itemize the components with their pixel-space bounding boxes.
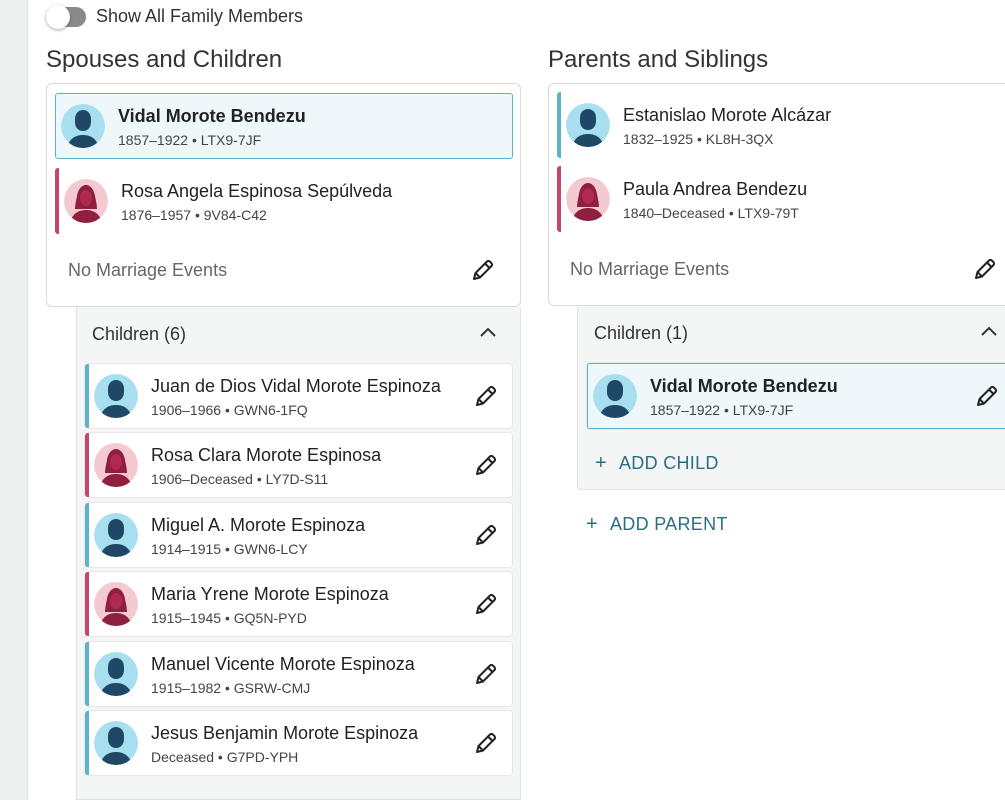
toggle-label: Show All Family Members [96, 6, 304, 26]
male-avatar-icon [593, 374, 637, 418]
male-avatar-icon [566, 103, 610, 147]
person-meta: 1906–1966 • GWN6-1FQ [151, 401, 308, 418]
add-child-button[interactable]: + ADD CHILD [595, 452, 719, 475]
person-meta: 1914–1915 • GWN6-LCY [151, 540, 308, 557]
child-card[interactable]: Jesus Benjamin Morote Espinoza Deceased •… [85, 711, 512, 775]
parent-children-panel: Children (1) Vidal Morote Bendezu 1857–1… [577, 306, 1005, 490]
female-avatar-icon [64, 179, 108, 223]
pencil-icon[interactable] [473, 452, 499, 478]
female-avatar-icon [566, 177, 610, 221]
male-avatar-icon [94, 721, 138, 765]
add-child-label: ADD CHILD [618, 453, 719, 473]
person-name: Miguel A. Morote Espinoza [151, 514, 366, 535]
parent-couple-card: Estanislao Morote Alcázar 1832–1925 • KL… [548, 83, 1005, 306]
parent-person-paula[interactable]: Paula Andrea Bendezu 1840–Deceased • LTX… [557, 166, 1005, 232]
pencil-icon[interactable] [473, 661, 499, 687]
person-name: Vidal Morote Bendezu [118, 105, 306, 126]
person-meta: 1876–1957 • 9V84-C42 [121, 206, 267, 223]
person-meta: 1857–1922 • LTX9-7JF [118, 131, 262, 148]
child-card[interactable]: Rosa Clara Morote Espinosa 1906–Deceased … [85, 433, 512, 497]
child-card[interactable]: Juan de Dios Vidal Morote Espinoza 1906–1… [85, 364, 512, 428]
person-name: Manuel Vicente Morote Espinoza [151, 653, 415, 674]
person-meta: 1915–1982 • GSRW-CMJ [151, 679, 311, 696]
pencil-icon[interactable] [473, 522, 499, 548]
male-avatar-icon [94, 513, 138, 557]
male-avatar-icon [94, 374, 138, 418]
chevron-up-icon[interactable] [979, 324, 999, 338]
family-members-page: Show All Family Members Spouses and Chil… [0, 0, 1005, 800]
children-header: Children (1) [594, 323, 689, 343]
spouse-person-vidal[interactable]: Vidal Morote Bendezu 1857–1922 • LTX9-7J… [55, 93, 513, 159]
person-name: Vidal Morote Bendezu [650, 375, 838, 396]
sibling-card-vidal[interactable]: Vidal Morote Bendezu 1857–1922 • LTX9-7J… [587, 363, 1005, 429]
pencil-icon[interactable] [972, 256, 998, 282]
no-marriage-events-text: No Marriage Events [68, 260, 228, 280]
person-meta: 1840–Deceased • LTX9-79T [623, 204, 799, 221]
pencil-icon[interactable] [470, 257, 496, 283]
show-all-family-toggle-row[interactable]: Show All Family Members [46, 4, 304, 29]
parents-section-title: Parents and Siblings [548, 46, 769, 73]
person-name: Rosa Clara Morote Espinosa [151, 444, 382, 465]
person-name: Maria Yrene Morote Espinoza [151, 583, 389, 604]
pencil-icon[interactable] [473, 591, 499, 617]
pencil-icon[interactable] [974, 383, 1000, 409]
spouse-person-rosa[interactable]: Rosa Angela Espinosa Sepúlveda 1876–1957… [55, 168, 513, 234]
person-meta: Deceased • G7PD-YPH [151, 748, 299, 765]
pencil-icon[interactable] [473, 730, 499, 756]
child-card[interactable]: Miguel A. Morote Espinoza 1914–1915 • GWN… [85, 503, 512, 567]
person-meta: 1906–Deceased • LY7D-S11 [151, 470, 329, 487]
person-name: Jesus Benjamin Morote Espinoza [151, 722, 419, 743]
person-name: Estanislao Morote Alcázar [623, 104, 832, 125]
person-meta: 1915–1945 • GQ5N-PYD [151, 609, 307, 626]
chevron-up-icon[interactable] [478, 325, 498, 339]
child-card[interactable]: Manuel Vicente Morote Espinoza 1915–1982 … [85, 642, 512, 706]
person-name: Juan de Dios Vidal Morote Espinoza [151, 375, 441, 396]
male-avatar-icon [94, 652, 138, 696]
person-name: Paula Andrea Bendezu [623, 178, 808, 199]
add-parent-label: ADD PARENT [609, 514, 728, 534]
spouse-couple-card: Vidal Morote Bendezu 1857–1922 • LTX9-7J… [46, 83, 521, 307]
person-name: Rosa Angela Espinosa Sepúlveda [121, 180, 393, 201]
parent-person-estanislao[interactable]: Estanislao Morote Alcázar 1832–1925 • KL… [557, 92, 1005, 158]
children-header: Children (6) [92, 324, 187, 344]
pencil-icon[interactable] [473, 383, 499, 409]
left-rail [0, 0, 28, 800]
no-marriage-events-text: No Marriage Events [570, 259, 730, 279]
plus-icon: + [595, 452, 607, 474]
person-meta: 1857–1922 • LTX9-7JF [650, 401, 794, 418]
show-all-family-toggle[interactable] [46, 4, 86, 29]
male-avatar-icon [61, 104, 105, 148]
spouses-section-title: Spouses and Children [46, 46, 283, 73]
person-meta: 1832–1925 • KL8H-3QX [623, 130, 774, 147]
child-card[interactable]: Maria Yrene Morote Espinoza 1915–1945 • G… [85, 572, 512, 636]
plus-icon: + [586, 513, 598, 535]
female-avatar-icon [94, 443, 138, 487]
female-avatar-icon [94, 582, 138, 626]
add-parent-button[interactable]: + ADD PARENT [586, 513, 728, 536]
toggle-knob [46, 4, 70, 29]
